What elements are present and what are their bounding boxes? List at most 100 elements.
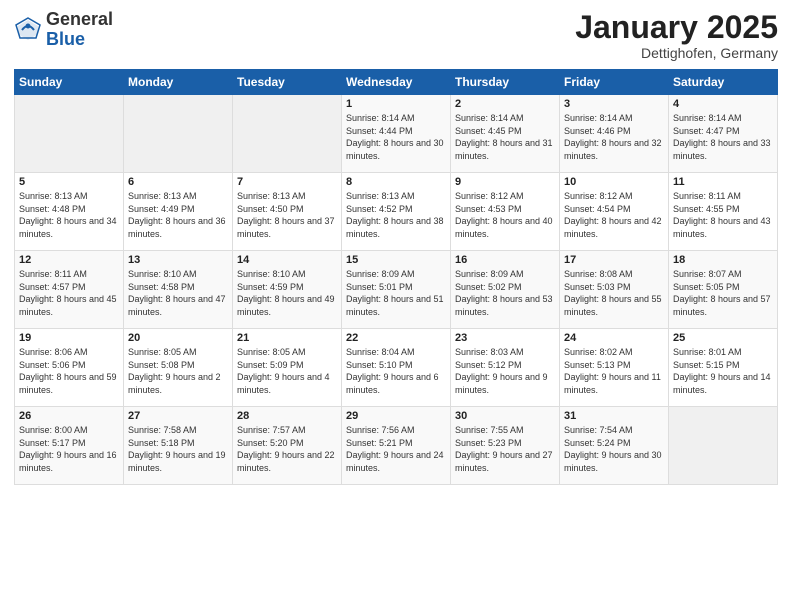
day-number: 26: [19, 410, 119, 422]
calendar-cell: 14 Sunrise: 8:10 AM Sunset: 4:59 PM Dayli…: [233, 251, 342, 329]
day-info: Sunrise: 8:08 AM Sunset: 5:03 PM Dayligh…: [564, 268, 664, 318]
day-number: 27: [128, 410, 228, 422]
day-info: Sunrise: 8:14 AM Sunset: 4:46 PM Dayligh…: [564, 112, 664, 162]
weekday-header: Wednesday: [342, 70, 451, 95]
title-block: January 2025 Dettighofen, Germany: [575, 10, 778, 61]
day-info: Sunrise: 8:11 AM Sunset: 4:55 PM Dayligh…: [673, 190, 773, 240]
month-title: January 2025: [575, 10, 778, 45]
day-info: Sunrise: 8:04 AM Sunset: 5:10 PM Dayligh…: [346, 346, 446, 396]
day-number: 23: [455, 332, 555, 344]
calendar-cell: 25 Sunrise: 8:01 AM Sunset: 5:15 PM Dayli…: [669, 329, 778, 407]
day-info: Sunrise: 8:14 AM Sunset: 4:44 PM Dayligh…: [346, 112, 446, 162]
header: General Blue January 2025 Dettighofen, G…: [14, 10, 778, 61]
day-number: 24: [564, 332, 664, 344]
calendar-cell: 15Sunrise: 8:09 AM Sunset: 5:01 PM Dayli…: [342, 251, 451, 329]
calendar-cell: 31 Sunrise: 7:54 AM Sunset: 5:24 PM Dayli…: [560, 407, 669, 485]
day-info: Sunrise: 8:03 AM Sunset: 5:12 PM Dayligh…: [455, 346, 555, 396]
day-number: 3: [564, 98, 664, 110]
calendar-cell: 22Sunrise: 8:04 AM Sunset: 5:10 PM Dayli…: [342, 329, 451, 407]
calendar-cell: 1 Sunrise: 8:14 AM Sunset: 4:44 PM Daylig…: [342, 95, 451, 173]
calendar-cell: 13Sunrise: 8:10 AM Sunset: 4:58 PM Dayli…: [124, 251, 233, 329]
day-number: 7: [237, 176, 337, 188]
calendar-cell: 7 Sunrise: 8:13 AM Sunset: 4:50 PM Daylig…: [233, 173, 342, 251]
day-info: Sunrise: 8:13 AM Sunset: 4:48 PM Dayligh…: [19, 190, 119, 240]
calendar-week-row: 1 Sunrise: 8:14 AM Sunset: 4:44 PM Daylig…: [15, 95, 778, 173]
location: Dettighofen, Germany: [575, 45, 778, 61]
day-number: 30: [455, 410, 555, 422]
calendar-cell: [124, 95, 233, 173]
day-number: 20: [128, 332, 228, 344]
day-info: Sunrise: 8:00 AM Sunset: 5:17 PM Dayligh…: [19, 424, 119, 474]
day-info: Sunrise: 8:07 AM Sunset: 5:05 PM Dayligh…: [673, 268, 773, 318]
calendar-cell: 29Sunrise: 7:56 AM Sunset: 5:21 PM Dayli…: [342, 407, 451, 485]
weekday-header: Tuesday: [233, 70, 342, 95]
day-number: 14: [237, 254, 337, 266]
calendar-cell: 9Sunrise: 8:12 AM Sunset: 4:53 PM Daylig…: [451, 173, 560, 251]
calendar-cell: 12Sunrise: 8:11 AM Sunset: 4:57 PM Dayli…: [15, 251, 124, 329]
logo-text: General Blue: [46, 10, 113, 50]
day-number: 11: [673, 176, 773, 188]
calendar-header-row: SundayMondayTuesdayWednesdayThursdayFrid…: [15, 70, 778, 95]
calendar-cell: 28 Sunrise: 7:57 AM Sunset: 5:20 PM Dayli…: [233, 407, 342, 485]
day-number: 2: [455, 98, 555, 110]
day-info: Sunrise: 8:02 AM Sunset: 5:13 PM Dayligh…: [564, 346, 664, 396]
day-number: 17: [564, 254, 664, 266]
day-number: 15: [346, 254, 446, 266]
calendar-week-row: 12Sunrise: 8:11 AM Sunset: 4:57 PM Dayli…: [15, 251, 778, 329]
calendar-cell: 21 Sunrise: 8:05 AM Sunset: 5:09 PM Dayli…: [233, 329, 342, 407]
day-info: Sunrise: 7:58 AM Sunset: 5:18 PM Dayligh…: [128, 424, 228, 474]
calendar-cell: 11 Sunrise: 8:11 AM Sunset: 4:55 PM Dayli…: [669, 173, 778, 251]
calendar-cell: [233, 95, 342, 173]
weekday-header: Saturday: [669, 70, 778, 95]
day-number: 13: [128, 254, 228, 266]
calendar-cell: 23 Sunrise: 8:03 AM Sunset: 5:12 PM Dayli…: [451, 329, 560, 407]
calendar-cell: 19Sunrise: 8:06 AM Sunset: 5:06 PM Dayli…: [15, 329, 124, 407]
day-info: Sunrise: 8:13 AM Sunset: 4:50 PM Dayligh…: [237, 190, 337, 240]
calendar-cell: 18 Sunrise: 8:07 AM Sunset: 5:05 PM Dayli…: [669, 251, 778, 329]
day-number: 28: [237, 410, 337, 422]
day-info: Sunrise: 8:14 AM Sunset: 4:47 PM Dayligh…: [673, 112, 773, 162]
day-number: 18: [673, 254, 773, 266]
day-info: Sunrise: 8:11 AM Sunset: 4:57 PM Dayligh…: [19, 268, 119, 318]
calendar: SundayMondayTuesdayWednesdayThursdayFrid…: [14, 69, 778, 485]
calendar-cell: 6Sunrise: 8:13 AM Sunset: 4:49 PM Daylig…: [124, 173, 233, 251]
calendar-cell: 10 Sunrise: 8:12 AM Sunset: 4:54 PM Dayli…: [560, 173, 669, 251]
day-info: Sunrise: 8:14 AM Sunset: 4:45 PM Dayligh…: [455, 112, 555, 162]
day-number: 31: [564, 410, 664, 422]
calendar-cell: 30 Sunrise: 7:55 AM Sunset: 5:23 PM Dayli…: [451, 407, 560, 485]
calendar-week-row: 26 Sunrise: 8:00 AM Sunset: 5:17 PM Dayli…: [15, 407, 778, 485]
weekday-header: Thursday: [451, 70, 560, 95]
calendar-cell: 24 Sunrise: 8:02 AM Sunset: 5:13 PM Dayli…: [560, 329, 669, 407]
logo-general: General: [46, 10, 113, 30]
logo-blue: Blue: [46, 30, 113, 50]
day-info: Sunrise: 7:54 AM Sunset: 5:24 PM Dayligh…: [564, 424, 664, 474]
weekday-header: Friday: [560, 70, 669, 95]
day-info: Sunrise: 8:09 AM Sunset: 5:02 PM Dayligh…: [455, 268, 555, 318]
day-number: 16: [455, 254, 555, 266]
day-info: Sunrise: 8:12 AM Sunset: 4:54 PM Dayligh…: [564, 190, 664, 240]
day-number: 19: [19, 332, 119, 344]
day-number: 21: [237, 332, 337, 344]
day-number: 1: [346, 98, 446, 110]
calendar-cell: 20Sunrise: 8:05 AM Sunset: 5:08 PM Dayli…: [124, 329, 233, 407]
day-info: Sunrise: 7:57 AM Sunset: 5:20 PM Dayligh…: [237, 424, 337, 474]
page-container: General Blue January 2025 Dettighofen, G…: [0, 0, 792, 612]
day-number: 10: [564, 176, 664, 188]
calendar-cell: 5Sunrise: 8:13 AM Sunset: 4:48 PM Daylig…: [15, 173, 124, 251]
day-info: Sunrise: 8:05 AM Sunset: 5:09 PM Dayligh…: [237, 346, 337, 396]
day-number: 25: [673, 332, 773, 344]
calendar-cell: 26 Sunrise: 8:00 AM Sunset: 5:17 PM Dayli…: [15, 407, 124, 485]
calendar-cell: [669, 407, 778, 485]
day-info: Sunrise: 8:10 AM Sunset: 4:59 PM Dayligh…: [237, 268, 337, 318]
calendar-cell: 27 Sunrise: 7:58 AM Sunset: 5:18 PM Dayli…: [124, 407, 233, 485]
day-info: Sunrise: 8:13 AM Sunset: 4:49 PM Dayligh…: [128, 190, 228, 240]
calendar-cell: 4Sunrise: 8:14 AM Sunset: 4:47 PM Daylig…: [669, 95, 778, 173]
day-info: Sunrise: 7:55 AM Sunset: 5:23 PM Dayligh…: [455, 424, 555, 474]
calendar-cell: 3 Sunrise: 8:14 AM Sunset: 4:46 PM Daylig…: [560, 95, 669, 173]
logo-icon: [14, 16, 42, 44]
day-number: 8: [346, 176, 446, 188]
day-info: Sunrise: 8:13 AM Sunset: 4:52 PM Dayligh…: [346, 190, 446, 240]
day-info: Sunrise: 8:01 AM Sunset: 5:15 PM Dayligh…: [673, 346, 773, 396]
day-info: Sunrise: 8:12 AM Sunset: 4:53 PM Dayligh…: [455, 190, 555, 240]
calendar-cell: 17 Sunrise: 8:08 AM Sunset: 5:03 PM Dayli…: [560, 251, 669, 329]
